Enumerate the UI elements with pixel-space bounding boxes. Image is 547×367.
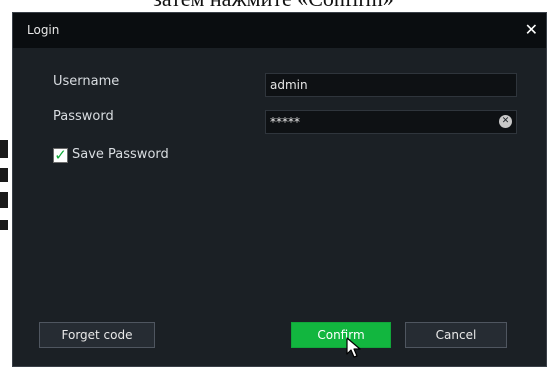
background-caption: затем нажмите «Confirm» — [0, 0, 547, 12]
background-mark — [0, 168, 8, 182]
dialog-title: Login — [27, 23, 60, 37]
username-label: Username — [53, 74, 120, 89]
dialog-titlebar: Login ✕ — [13, 13, 546, 48]
background-mark — [0, 220, 8, 230]
cancel-button[interactable]: Cancel — [405, 322, 507, 348]
username-value: admin — [270, 78, 308, 92]
mouse-cursor-icon — [346, 337, 361, 358]
background-mark — [0, 192, 8, 208]
login-dialog: Login ✕ Username admin Password ***** ✕ … — [12, 12, 547, 367]
save-password-label: Save Password — [72, 147, 169, 162]
password-label: Password — [53, 109, 114, 124]
background-mark — [0, 140, 8, 158]
background-left-strip — [0, 12, 12, 367]
close-icon[interactable]: ✕ — [525, 20, 538, 39]
confirm-button[interactable]: Confirm — [291, 322, 391, 348]
check-icon: ✓ — [54, 146, 67, 164]
username-input[interactable]: admin — [265, 73, 517, 97]
forget-code-button[interactable]: Forget code — [39, 322, 155, 348]
password-input[interactable]: ***** ✕ — [265, 110, 517, 134]
clear-input-icon[interactable]: ✕ — [499, 115, 512, 128]
save-password-checkbox[interactable]: ✓ — [53, 148, 68, 163]
password-value: ***** — [270, 115, 300, 129]
